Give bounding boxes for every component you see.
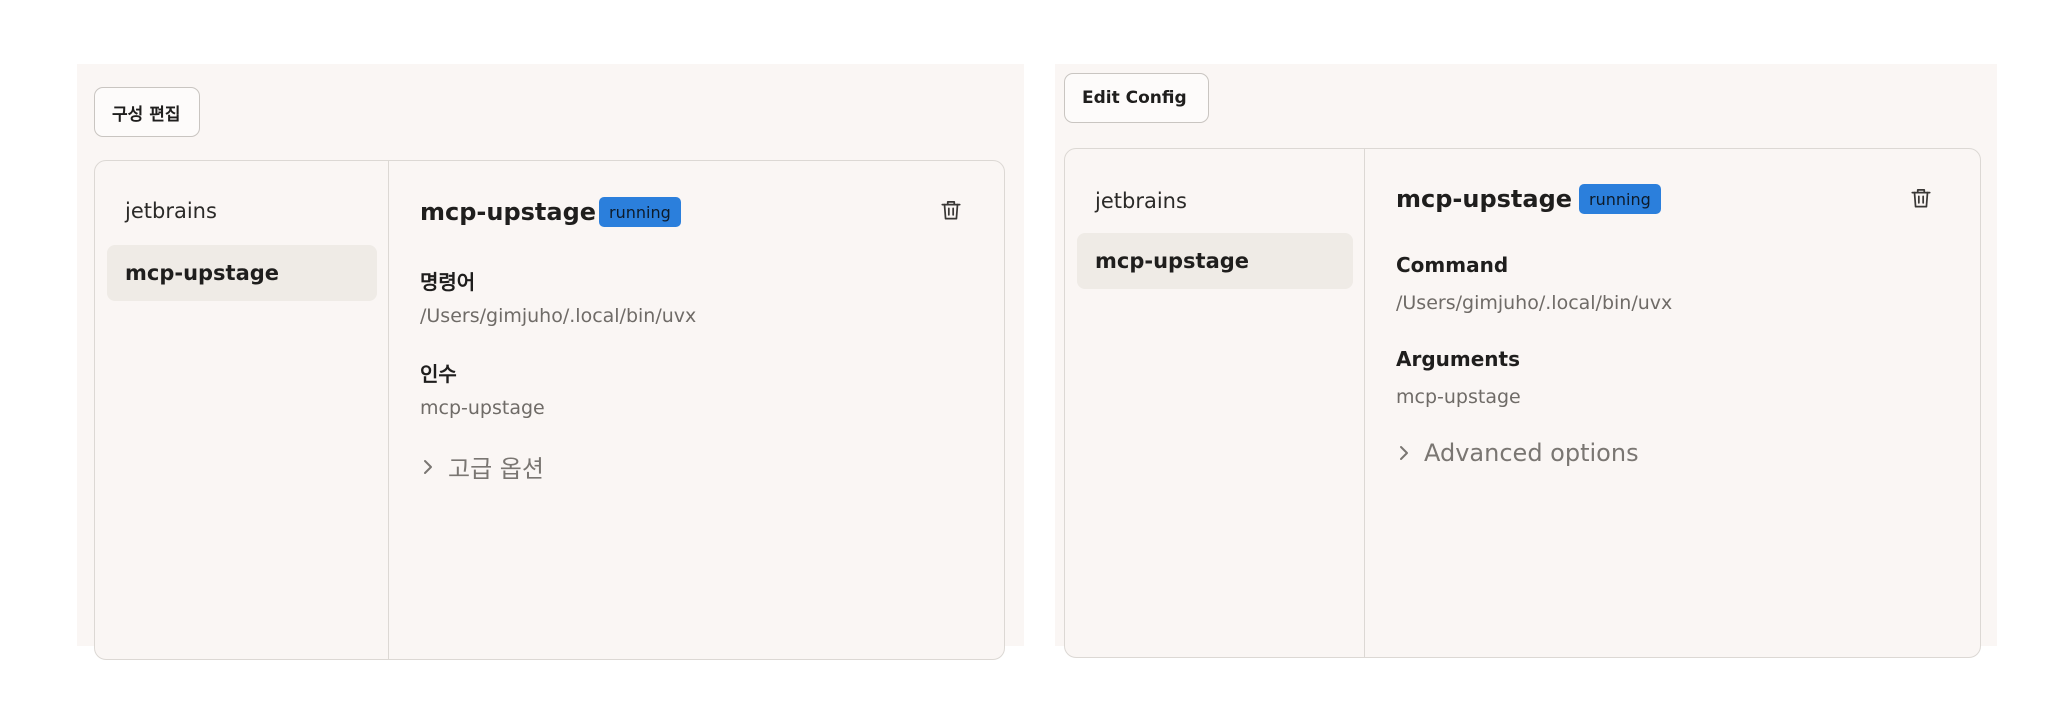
servers-card: jetbrains mcp-upstage mcp-upstage runnin… xyxy=(1064,148,1981,658)
advanced-options-toggle[interactable]: Advanced options xyxy=(1396,439,1639,467)
arguments-label: 인수 xyxy=(420,362,457,386)
advanced-options-label: 고급 옵션 xyxy=(448,455,544,483)
sidebar-item-mcp-upstage[interactable]: mcp-upstage xyxy=(1077,233,1353,289)
status-badge: running xyxy=(1579,184,1661,214)
sidebar-item-jetbrains[interactable]: jetbrains xyxy=(107,183,377,239)
chevron-right-icon xyxy=(1400,446,1408,460)
server-name: mcp-upstage xyxy=(1396,185,1573,213)
settings-panel-english: Edit Config jetbrains mcp-upstage mcp-up… xyxy=(1055,64,1997,658)
status-badge: running xyxy=(599,197,681,227)
sidebar-item-jetbrains[interactable]: jetbrains xyxy=(1077,173,1353,229)
servers-card: jetbrains mcp-upstage mcp-upstage runnin… xyxy=(94,160,1005,660)
server-detail: mcp-upstage running Command /Users/gimju… xyxy=(1365,149,1980,657)
server-list-sidebar: jetbrains mcp-upstage xyxy=(95,161,389,659)
trash-icon[interactable] xyxy=(1908,185,1934,211)
command-label: 명령어 xyxy=(420,270,476,294)
sidebar-item-mcp-upstage[interactable]: mcp-upstage xyxy=(107,245,377,301)
command-value: /Users/gimjuho/.local/bin/uvx xyxy=(1396,292,1673,314)
chevron-right-icon xyxy=(424,459,432,474)
edit-config-button[interactable]: Edit Config xyxy=(1064,73,1209,123)
server-list-sidebar: jetbrains mcp-upstage xyxy=(1065,149,1365,657)
trash-icon[interactable] xyxy=(938,197,964,223)
arguments-value: mcp-upstage xyxy=(1396,386,1521,408)
command-value: /Users/gimjuho/.local/bin/uvx xyxy=(420,305,697,327)
settings-panel-korean: 구성 편집 jetbrains mcp-upstage mcp-upstage … xyxy=(77,64,1024,660)
server-name: mcp-upstage xyxy=(420,198,597,226)
command-label: Command xyxy=(1396,253,1509,277)
advanced-options-toggle[interactable]: 고급 옵션 xyxy=(420,449,544,484)
advanced-options-label: Advanced options xyxy=(1424,439,1639,467)
arguments-label: Arguments xyxy=(1396,347,1521,371)
server-detail: mcp-upstage running 명령어 /Users/gimjuho/.… xyxy=(389,161,1004,659)
edit-config-button[interactable]: 구성 편집 xyxy=(94,87,200,137)
arguments-value: mcp-upstage xyxy=(420,397,545,419)
